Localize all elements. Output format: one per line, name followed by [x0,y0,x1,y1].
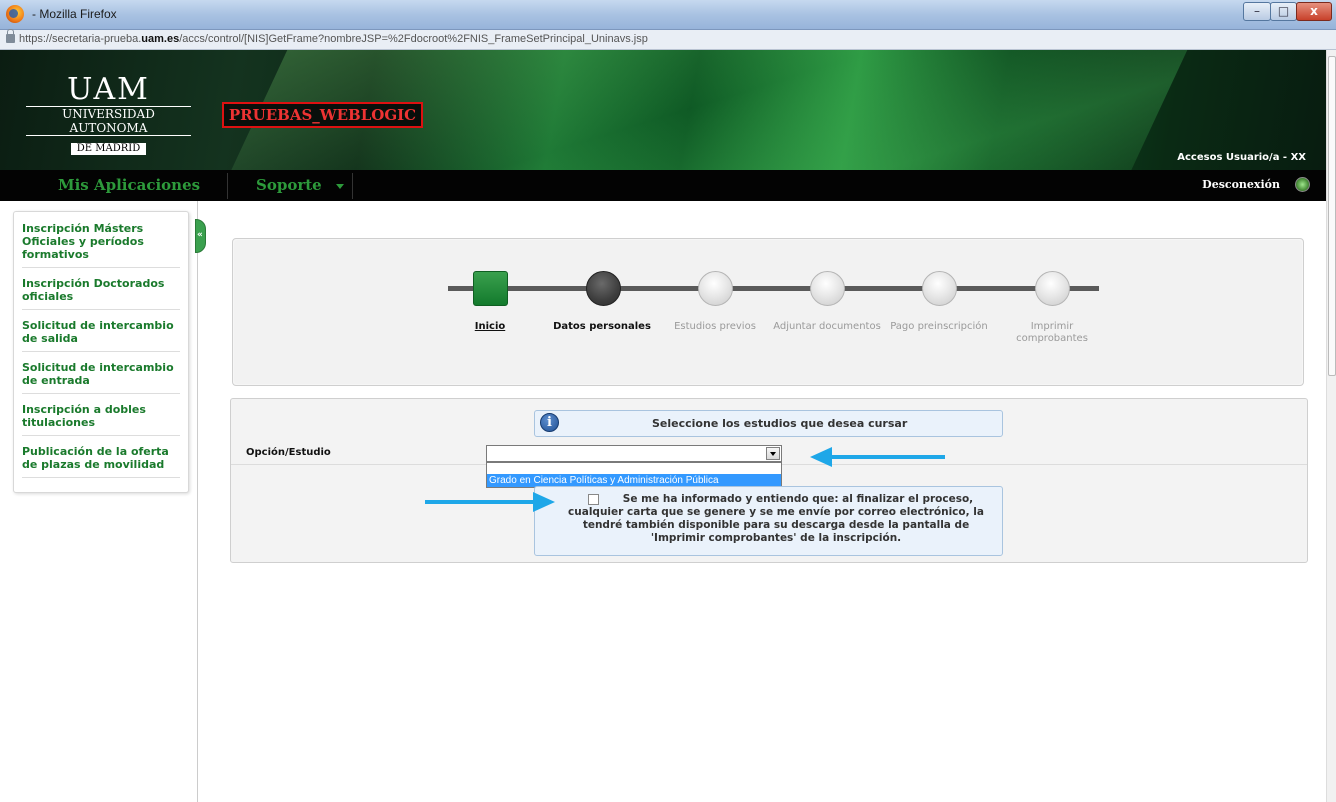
uam-logo[interactable]: UAM UNIVERSIDAD AUTONOMA DE MADRID [26,72,191,155]
sidebar-divider [197,201,198,802]
sidebar-item-intercambio-salida[interactable]: Solicitud de intercambio de salida [22,317,180,352]
opcion-estudio-label: Opción/Estudio [246,447,331,458]
step-node-pago [922,271,957,306]
info-message: Seleccione los estudios que desea cursar [652,417,908,430]
url-domain: uam.es [141,33,180,45]
sidebar-item-doctorados[interactable]: Inscripción Doctorados oficiales [22,275,180,310]
step-label-adjuntar-documentos: Adjuntar documentos [773,321,881,332]
collapse-sidebar-button[interactable]: « [195,219,206,253]
dropdown-arrow-button[interactable] [766,447,780,460]
window-title-bar: - Mozilla Firefox – □ x [0,0,1336,30]
step-node-inicio[interactable] [473,271,508,306]
consent-text: Se me ha informado y entiendo que: al fi… [568,493,984,544]
nav-soporte[interactable]: Soporte [256,176,322,194]
step-label-inicio[interactable]: Inicio [435,321,545,333]
nav-mis-aplicaciones[interactable]: Mis Aplicaciones [58,176,200,194]
url-path: /accs/control/[NIS]GetFrame?nombreJSP=%2… [179,33,648,45]
sidebar-menu: Inscripción Másters Oficiales y períodos… [13,211,189,493]
lock-icon [6,29,15,43]
step-label-datos-personales: Datos personales [553,321,651,332]
nav-separator [352,173,353,199]
step-node-datos-personales [586,271,621,306]
chevron-down-icon[interactable] [336,184,344,189]
step-label-imprimir: Imprimir comprobantes [1016,321,1088,344]
main-navbar: Mis Aplicaciones Soporte Desconexión [0,170,1326,201]
step-node-estudios-previos [698,271,733,306]
opcion-estudio-select[interactable] [486,445,782,462]
logo-madrid: DE MADRID [70,143,147,155]
address-bar[interactable]: https://secretaria-prueba.uam.es/accs/co… [0,29,1336,50]
user-access-label: Accesos Usuario/a - XX [1177,152,1306,163]
header-banner: UAM UNIVERSIDAD AUTONOMA DE MADRID PRUEB… [0,50,1326,170]
url-text[interactable]: https://secretaria-prueba.uam.es/accs/co… [19,33,648,45]
step-node-adjuntar-documentos [810,271,845,306]
close-button[interactable]: x [1296,2,1332,21]
step-label-pago: Pago preinscripción [890,321,988,332]
progress-steps-panel [232,238,1304,386]
maximize-button[interactable]: □ [1270,2,1297,21]
logo-university-name: UNIVERSIDAD AUTONOMA [26,106,191,136]
environment-label: PRUEBAS_WEBLOGIC [222,102,423,128]
scrollbar-thumb[interactable] [1328,56,1336,376]
minimize-button[interactable]: – [1243,2,1271,21]
double-chevron-left-icon: « [197,230,203,240]
steps-track [448,286,1099,291]
logout-link[interactable]: Desconexión [1202,178,1280,191]
sidebar-item-masters[interactable]: Inscripción Másters Oficiales y períodos… [22,220,180,268]
firefox-icon[interactable] [6,5,24,23]
step-label-estudios-previos: Estudios previos [674,321,756,332]
info-icon: i [540,413,559,432]
sidebar-item-intercambio-entrada[interactable]: Solicitud de intercambio de entrada [22,359,180,394]
annotation-arrow-left-pointing [810,447,945,467]
sidebar-item-oferta-movilidad[interactable]: Publicación de la oferta de plazas de mo… [22,443,180,478]
window-title: - Mozilla Firefox [32,7,117,21]
page-scrollbar[interactable] [1326,50,1336,802]
power-icon[interactable] [1295,177,1310,192]
sidebar-item-dobles-titulaciones[interactable]: Inscripción a dobles titulaciones [22,401,180,436]
annotation-arrow-right-pointing [425,492,555,512]
step-node-imprimir [1035,271,1070,306]
logo-acronym: UAM [67,72,150,107]
url-prefix: https://secretaria-prueba. [19,33,142,45]
nav-separator [227,173,228,199]
